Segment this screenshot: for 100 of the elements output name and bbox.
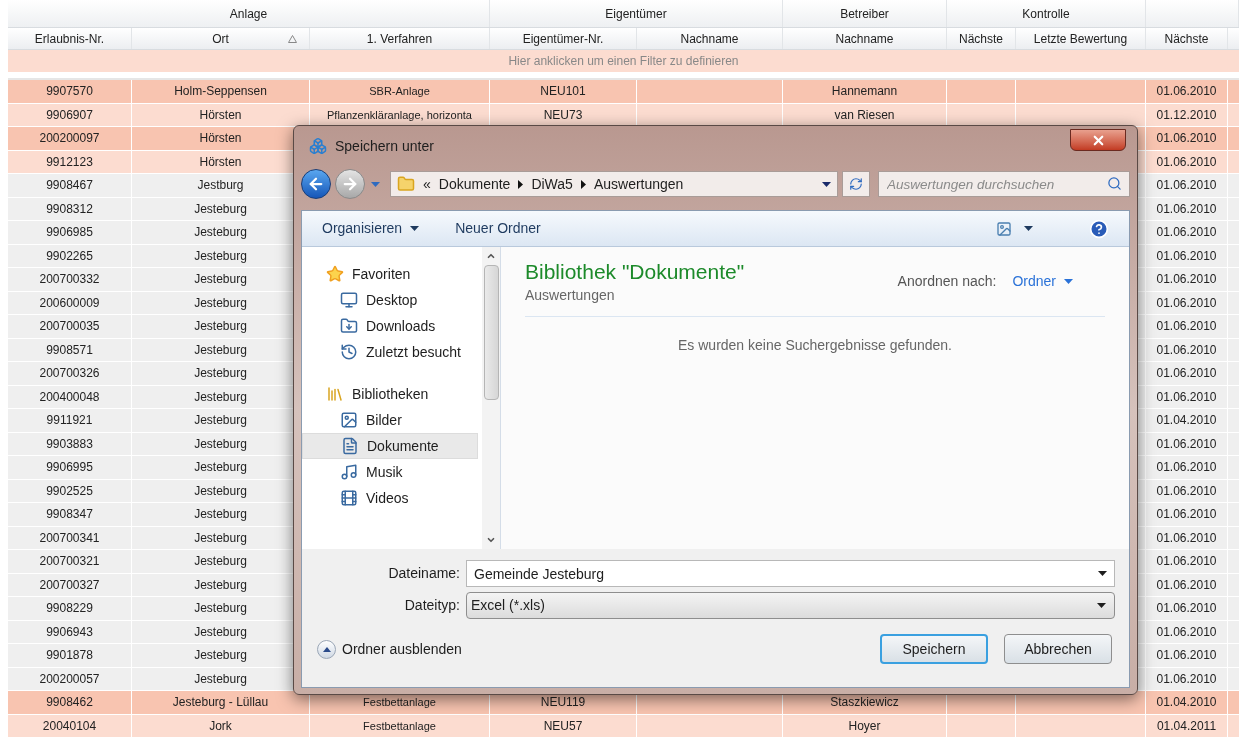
history-icon	[340, 343, 358, 361]
dialog-button[interactable]: Abbrechen	[1004, 634, 1112, 664]
table-cell-text: Jesteburg	[194, 623, 247, 641]
nav-group[interactable]: Favoriten	[302, 261, 482, 287]
table-cell-text: Hörsten	[199, 106, 242, 124]
table-cell-text: 9911921	[46, 412, 93, 430]
folder-icon	[397, 175, 415, 193]
table-cell-text: 01.06.2010	[1156, 506, 1217, 524]
breadcrumb-item[interactable]: Auswertungen	[593, 173, 684, 195]
caret-icon	[371, 181, 380, 187]
close-button[interactable]	[1070, 129, 1126, 151]
nav-item[interactable]: Videos	[302, 485, 478, 511]
table-cell-text: Jesteburg	[194, 670, 247, 688]
breadcrumb-item[interactable]: DiWa5	[531, 173, 573, 195]
scrollbar[interactable]	[482, 247, 501, 549]
table-row[interactable]: 20040104 Jork Festbettanlage NEU57 Hoyer 01.04.2011	[8, 714, 1239, 738]
table-cell-text: 9908571	[46, 341, 93, 359]
table-cell-text: 01.04.2011	[1156, 717, 1217, 735]
table-cell-text: Jesteburg	[194, 482, 247, 500]
refresh-icon	[849, 177, 863, 191]
table-cell-text: Jesteburg	[194, 271, 247, 289]
table-cell-text: 01.06.2010	[1156, 576, 1217, 594]
table-cell-text: 01.04.2010	[1156, 412, 1217, 430]
table-cell-text: 01.12.2010	[1156, 106, 1217, 124]
scroll-down-icon[interactable]	[486, 535, 496, 545]
table-cell-text: 9908229	[46, 600, 93, 618]
table-cell-text: 9902525	[46, 482, 93, 500]
nav-item[interactable]: Bilder	[302, 407, 478, 433]
address-bar[interactable]: « Dokumente DiWa5 Auswertungen	[390, 171, 838, 197]
table-cell-text: Jesteburg	[194, 435, 247, 453]
nav-item[interactable]: Musik	[302, 459, 478, 485]
table-cell-text: 01.06.2010	[1156, 177, 1217, 195]
table-cell-text: 9906907	[46, 106, 93, 124]
refresh-button[interactable]	[842, 171, 870, 197]
table-cell-text: 9906943	[46, 623, 93, 641]
table-cell-text: 20040104	[42, 717, 97, 735]
column-group-header: Anlage	[229, 6, 268, 23]
star-icon	[326, 265, 344, 283]
table-cell-text: 200200097	[39, 130, 100, 148]
table-cell-text: 01.06.2010	[1156, 318, 1217, 336]
column-group-header: Betreiber	[840, 6, 889, 23]
column-header[interactable]: Letzte Bewertung	[1016, 28, 1146, 49]
column-header[interactable]: 1. Verfahren	[310, 28, 490, 49]
breadcrumb-overflow[interactable]: «	[423, 173, 431, 195]
table-cell-text: van Riesen	[834, 106, 895, 124]
column-header[interactable]: Eigentümer-Nr.	[490, 28, 637, 49]
table-cell-text: 9907570	[46, 83, 93, 101]
nav-item[interactable]: Desktop	[302, 287, 478, 313]
table-cell-text: Jesteburg	[194, 647, 247, 665]
column-header[interactable]: Nachname	[637, 28, 783, 49]
table-cell-text: 200700321	[39, 553, 100, 571]
table-cell-text: 200200057	[39, 670, 100, 688]
menu-button[interactable]: Organisieren	[322, 218, 420, 239]
table-cell-text: Holm-Seppensen	[174, 83, 267, 101]
table-cell-text: Hörsten	[199, 153, 242, 171]
view-options-button[interactable]	[996, 220, 1033, 237]
dialog-button[interactable]: Speichern	[880, 634, 988, 664]
table-cell-text: Jork	[209, 717, 232, 735]
library-title: Bibliothek "Dokumente"	[525, 259, 746, 285]
search-field[interactable]: Auswertungen durchsuchen	[878, 171, 1130, 197]
table-cell-text: Jesteburg	[194, 529, 247, 547]
table-cell-text: 01.06.2010	[1156, 529, 1217, 547]
table-cell-text: Jesteburg	[194, 576, 247, 594]
nav-item[interactable]: Dokumente	[302, 433, 478, 459]
arrange-dropdown[interactable]: Ordner	[1012, 271, 1073, 292]
filename-field[interactable]: Gemeinde Jesteburg	[466, 560, 1115, 587]
table-cell-text: 01.06.2010	[1156, 623, 1217, 641]
table-cell-text: 01.06.2010	[1156, 153, 1217, 171]
scroll-up-icon[interactable]	[486, 251, 496, 261]
table-cell-text: Jestburg	[197, 177, 244, 195]
breadcrumb-item[interactable]: Dokumente	[438, 173, 511, 195]
address-dropdown-icon	[822, 181, 831, 187]
table-cell-text: Staszkiewicz	[830, 694, 899, 712]
column-header[interactable]: Erlaubnis-Nr.	[8, 28, 132, 49]
table-row[interactable]: 9907570 Holm-Seppensen SBR-Anlage NEU101 Hannemann 01.06.2010	[8, 80, 1239, 104]
document-icon	[341, 437, 359, 455]
help-icon[interactable]	[1089, 218, 1109, 239]
filetype-select[interactable]: Excel (*.xls)	[466, 591, 1115, 619]
nav-item[interactable]: Downloads	[302, 313, 478, 339]
hide-folders-button[interactable]: Ordner ausblenden	[317, 638, 462, 660]
back-button[interactable]	[301, 169, 331, 199]
column-header[interactable]: Nachname	[783, 28, 947, 49]
column-header[interactable]: Ort	[132, 28, 310, 49]
table-cell-text: 01.06.2010	[1156, 271, 1217, 289]
table-cell-text: Jesteburg	[194, 224, 247, 242]
table-cell-text: Jesteburg	[194, 365, 247, 383]
table-cell-text: Jesteburg	[194, 200, 247, 218]
table-cell-text: 200700327	[39, 576, 100, 594]
nav-group[interactable]: Bibliotheken	[302, 381, 482, 407]
table-cell-text: Jesteburg	[194, 553, 247, 571]
nav-item[interactable]: Zuletzt besucht	[302, 339, 478, 365]
toolbar-button[interactable]: Neuer Ordner	[455, 218, 541, 239]
chevron-right-icon	[580, 179, 586, 189]
column-header[interactable]: Nächste	[1146, 28, 1228, 49]
table-cell-text: Jesteburg	[194, 459, 247, 477]
table-cell-text: 9901878	[46, 647, 93, 665]
table-cell-text: 01.06.2010	[1156, 435, 1217, 453]
column-header[interactable]: Nächste	[947, 28, 1016, 49]
film-icon	[340, 489, 358, 507]
table-cell-text: 01.06.2010	[1156, 224, 1217, 242]
